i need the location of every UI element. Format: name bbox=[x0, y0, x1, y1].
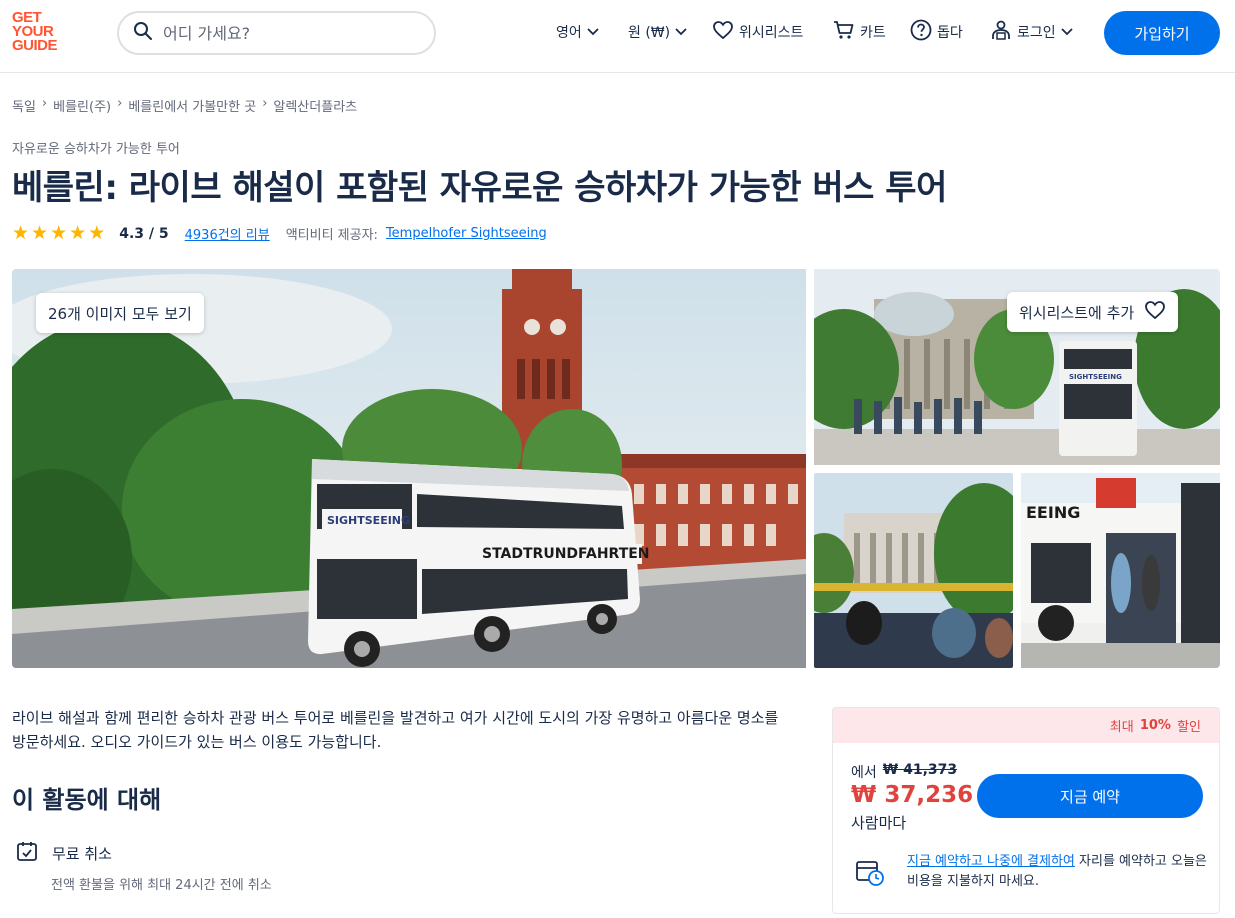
help-link[interactable]: 돕다 bbox=[910, 19, 963, 45]
view-all-images-button[interactable]: 26개 이미지 모두 보기 bbox=[36, 293, 204, 333]
calendar-check-icon bbox=[16, 840, 38, 866]
chevron-down-icon bbox=[675, 24, 687, 40]
discount-prefix: 최대 bbox=[1109, 720, 1134, 735]
search-icon bbox=[133, 21, 153, 45]
calendar-clock-icon bbox=[855, 858, 885, 890]
star-icon: ★ bbox=[31, 222, 49, 244]
about-heading: 이 활동에 대해 bbox=[12, 786, 162, 814]
search-input[interactable] bbox=[163, 23, 403, 43]
star-icon: ★ bbox=[88, 222, 106, 244]
provider-link[interactable]: Tempelhofer Sightseeing bbox=[386, 226, 547, 241]
provider-label: 액티비티 제공자: bbox=[285, 228, 378, 243]
breadcrumb-item[interactable]: 알렉산더플라츠 bbox=[273, 96, 357, 115]
original-price: ₩ 41,373 bbox=[882, 762, 958, 778]
logo[interactable]: GET YOUR GUIDE bbox=[12, 10, 70, 54]
search-bar[interactable] bbox=[117, 11, 436, 55]
star-rating: ★ ★ ★ ★ ★ bbox=[12, 224, 105, 243]
chevron-down-icon bbox=[1061, 24, 1073, 40]
user-icon bbox=[990, 19, 1012, 45]
svg-text:SIGHTSEEING: SIGHTSEEING bbox=[327, 514, 410, 527]
breadcrumb-separator: › bbox=[262, 96, 268, 111]
breadcrumb-item[interactable]: 베를린에서 가볼만한 곳 bbox=[128, 96, 256, 115]
wishlist-link[interactable]: 위시리스트 bbox=[712, 20, 803, 44]
price-from: 에서 ₩ 41,373 bbox=[851, 762, 957, 782]
price-unit: 사람마다 bbox=[851, 814, 907, 832]
breadcrumb-item[interactable]: 독일 bbox=[12, 96, 36, 115]
chevron-down-icon bbox=[587, 24, 599, 40]
wishlist-label: 위시리스트 bbox=[739, 25, 804, 41]
discount-value: 10% bbox=[1139, 718, 1171, 733]
cart-icon bbox=[833, 20, 855, 44]
wishlist-add-label: 위시리스트에 추가 bbox=[1019, 303, 1135, 322]
booking-card: 최대 10% 할인 에서 ₩ 41,373 ₩ 37,236 사람마다 지금 예… bbox=[832, 707, 1220, 914]
reserve-now-pay-later-link[interactable]: 지금 예약하고 나중에 결제하여 bbox=[907, 854, 1075, 869]
free-cancellation-feature: 무료 취소 bbox=[16, 840, 112, 866]
from-label: 에서 bbox=[851, 765, 877, 781]
heart-icon bbox=[712, 20, 734, 44]
activity-description: 라이브 해설과 함께 편리한 승하차 관광 버스 투어로 베를린을 발견하고 여… bbox=[12, 709, 779, 751]
currency-selector[interactable]: 원 (₩) bbox=[628, 20, 687, 44]
star-icon: ★ bbox=[50, 222, 68, 244]
rating-score: 4.3 / 5 bbox=[119, 225, 169, 242]
reserve-now-pay-later-note: 지금 예약하고 나중에 결제하여 자리를 예약하고 오늘은 비용을 지불하지 마… bbox=[907, 852, 1207, 892]
discount-banner: 최대 10% 할인 bbox=[833, 708, 1219, 743]
book-now-button[interactable]: 지금 예약 bbox=[977, 774, 1203, 818]
rating-row: ★ ★ ★ ★ ★ 4.3 / 5 4936건의 리뷰 액티비티 제공자: Te… bbox=[12, 224, 547, 244]
feature-title: 무료 취소 bbox=[52, 844, 112, 863]
login-label: 로그인 bbox=[1017, 25, 1056, 41]
login-menu[interactable]: 로그인 bbox=[990, 20, 1073, 44]
star-icon: ★ bbox=[69, 222, 87, 244]
feature-description: 전액 환불을 위해 최대 24시간 전에 취소 bbox=[51, 878, 272, 893]
svg-text:STADTRUNDFAHRTEN: STADTRUNDFAHRTEN bbox=[482, 546, 650, 562]
svg-text:SIGHTSEEING: SIGHTSEEING bbox=[1069, 373, 1122, 381]
photo-bus-door[interactable]: EEING bbox=[1021, 473, 1220, 668]
breadcrumb-separator: › bbox=[41, 96, 48, 111]
site-header: GET YOUR GUIDE 영어 원 (₩) 위시리스트 카트 돕다 로그인 … bbox=[0, 0, 1235, 73]
add-to-wishlist-button[interactable]: 위시리스트에 추가 bbox=[1007, 292, 1179, 332]
reviews-link[interactable]: 4936건의 리뷰 bbox=[185, 224, 270, 243]
current-price: ₩ 37,236 bbox=[851, 782, 974, 808]
language-selector[interactable]: 영어 bbox=[556, 20, 599, 44]
breadcrumb-separator: › bbox=[117, 96, 123, 111]
heart-icon bbox=[1144, 300, 1166, 324]
logo-line-3: GUIDE bbox=[12, 37, 58, 54]
star-icon: ★ bbox=[12, 222, 30, 244]
help-icon bbox=[910, 19, 932, 45]
discount-suffix: 할인 bbox=[1177, 720, 1201, 735]
language-label: 영어 bbox=[556, 25, 582, 41]
photo-bus-top-deck[interactable] bbox=[814, 473, 1013, 668]
breadcrumb: 독일 › 베를린(주) › 베를린에서 가볼만한 곳 › 알렉산더플라츠 bbox=[12, 96, 357, 115]
cart-link[interactable]: 카트 bbox=[833, 20, 886, 44]
currency-label: 원 (₩) bbox=[628, 25, 671, 41]
breadcrumb-item[interactable]: 베를린(주) bbox=[53, 96, 111, 115]
svg-text:EEING: EEING bbox=[1026, 503, 1080, 522]
activity-category[interactable]: 자유로운 승하차가 가능한 투어 bbox=[12, 138, 180, 157]
page-title: 베를린: 라이브 해설이 포함된 자유로운 승하차가 가능한 버스 투어 bbox=[12, 168, 947, 208]
help-label: 돕다 bbox=[937, 25, 963, 41]
cart-label: 카트 bbox=[860, 25, 886, 41]
signup-button[interactable]: 가입하기 bbox=[1104, 11, 1220, 55]
